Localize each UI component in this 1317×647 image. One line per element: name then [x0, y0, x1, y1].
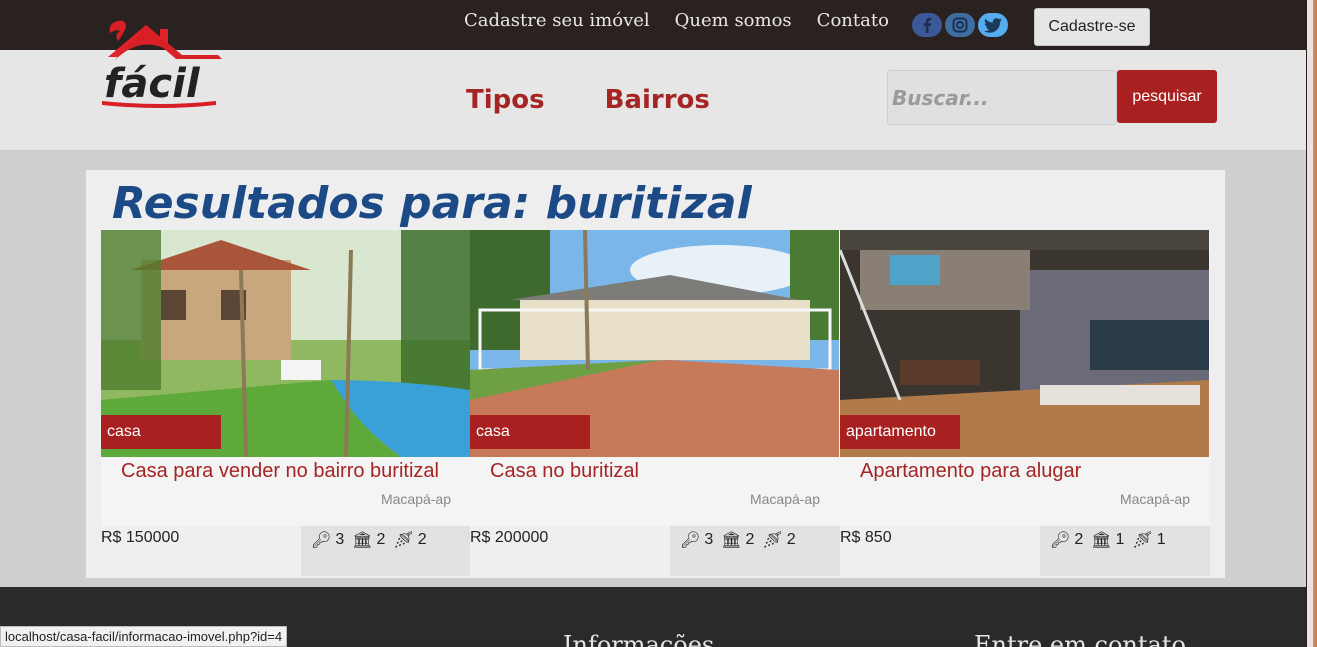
building-icon: 🏛︎: [352, 532, 373, 549]
property-features: 🔑︎ 2 🏛︎ 1 🚿︎ 1: [1040, 526, 1210, 576]
results-section: Resultados para: buritizal casa Casa par…: [86, 170, 1225, 578]
property-card[interactable]: casa Casa para vender no bairro buritiza…: [101, 230, 471, 576]
bath-feature: 🚿︎ 2: [762, 530, 795, 550]
property-title[interactable]: Apartamento para alugar: [860, 460, 1081, 483]
casa-facil-logo[interactable]: fácil: [100, 15, 225, 110]
property-price: R$ 150000: [101, 526, 301, 576]
signup-button[interactable]: Cadastre-se: [1034, 8, 1150, 46]
bank-count: 2: [745, 531, 755, 548]
bath-count: 2: [786, 531, 796, 548]
property-features: 🔑︎ 3 🏛︎ 2 🚿︎ 2: [301, 526, 471, 576]
property-title[interactable]: Casa no buritizal: [490, 460, 639, 483]
rooms-count: 3: [704, 531, 714, 548]
window-edge: [1306, 0, 1317, 647]
property-type-badge: casa: [101, 415, 221, 449]
logo-text: fácil: [104, 61, 201, 107]
property-type-badge: apartamento: [840, 415, 960, 449]
bank-count: 2: [376, 531, 386, 548]
rooms-feature: 🔑︎ 3: [680, 530, 713, 550]
shower-icon: 🚿︎: [393, 532, 414, 549]
property-type-badge: casa: [470, 415, 590, 449]
footer-contact-heading: Entre em contato: [974, 631, 1186, 647]
search-button[interactable]: pesquisar: [1117, 70, 1217, 123]
building-icon: 🏛︎: [721, 532, 742, 549]
nav-neighborhoods[interactable]: Bairros: [605, 85, 710, 115]
shower-icon: 🚿︎: [762, 532, 783, 549]
property-price: R$ 200000: [470, 526, 670, 576]
bath-count: 2: [417, 531, 427, 548]
bath-feature: 🚿︎ 2: [393, 530, 426, 550]
bank-feature: 🏛︎ 2: [352, 530, 385, 550]
main-nav: Tipos Bairros: [466, 85, 710, 115]
rooms-feature: 🔑︎ 2: [1050, 530, 1083, 550]
shower-icon: 🚿︎: [1132, 532, 1153, 549]
rooms-count: 2: [1074, 531, 1084, 548]
about-us-link[interactable]: Quem somos: [675, 10, 792, 31]
key-icon: 🔑︎: [1050, 532, 1071, 549]
nav-types[interactable]: Tipos: [466, 85, 545, 115]
bank-feature: 🏛︎ 2: [721, 530, 754, 550]
top-links: Cadastre seu imóvel Quem somos Contato: [464, 10, 889, 31]
property-features: 🔑︎ 3 🏛︎ 2 🚿︎ 2: [670, 526, 840, 576]
property-city: Macapá-ap: [380, 491, 451, 507]
instagram-icon[interactable]: [945, 13, 975, 37]
facebook-icon[interactable]: [912, 13, 942, 37]
property-card[interactable]: casa Casa no buritizal Macapá-ap R$ 2000…: [470, 230, 840, 576]
bath-feature: 🚿︎ 1: [1132, 530, 1165, 550]
property-city: Macapá-ap: [749, 491, 820, 507]
bank-count: 1: [1115, 531, 1125, 548]
social-links: [912, 13, 1008, 37]
register-property-link[interactable]: Cadastre seu imóvel: [464, 10, 650, 31]
footer-info-heading: Informações: [563, 631, 715, 647]
contact-link[interactable]: Contato: [817, 10, 889, 31]
property-city: Macapá-ap: [1119, 491, 1190, 507]
rooms-feature: 🔑︎ 3: [311, 530, 344, 550]
property-title[interactable]: Casa para vender no bairro buritizal: [121, 460, 439, 483]
key-icon: 🔑︎: [680, 532, 701, 549]
twitter-icon[interactable]: [978, 13, 1008, 37]
status-bar-url: localhost/casa-facil/informacao-imovel.p…: [0, 626, 288, 647]
property-card[interactable]: apartamento Apartamento para alugar Maca…: [840, 230, 1210, 576]
search-input[interactable]: [887, 70, 1117, 125]
results-heading: Resultados para: buritizal: [112, 178, 752, 229]
bath-count: 1: [1156, 531, 1166, 548]
key-icon: 🔑︎: [311, 532, 332, 549]
bank-feature: 🏛︎ 1: [1091, 530, 1124, 550]
rooms-count: 3: [335, 531, 345, 548]
building-icon: 🏛︎: [1091, 532, 1112, 549]
property-price: R$ 850: [840, 526, 1040, 576]
